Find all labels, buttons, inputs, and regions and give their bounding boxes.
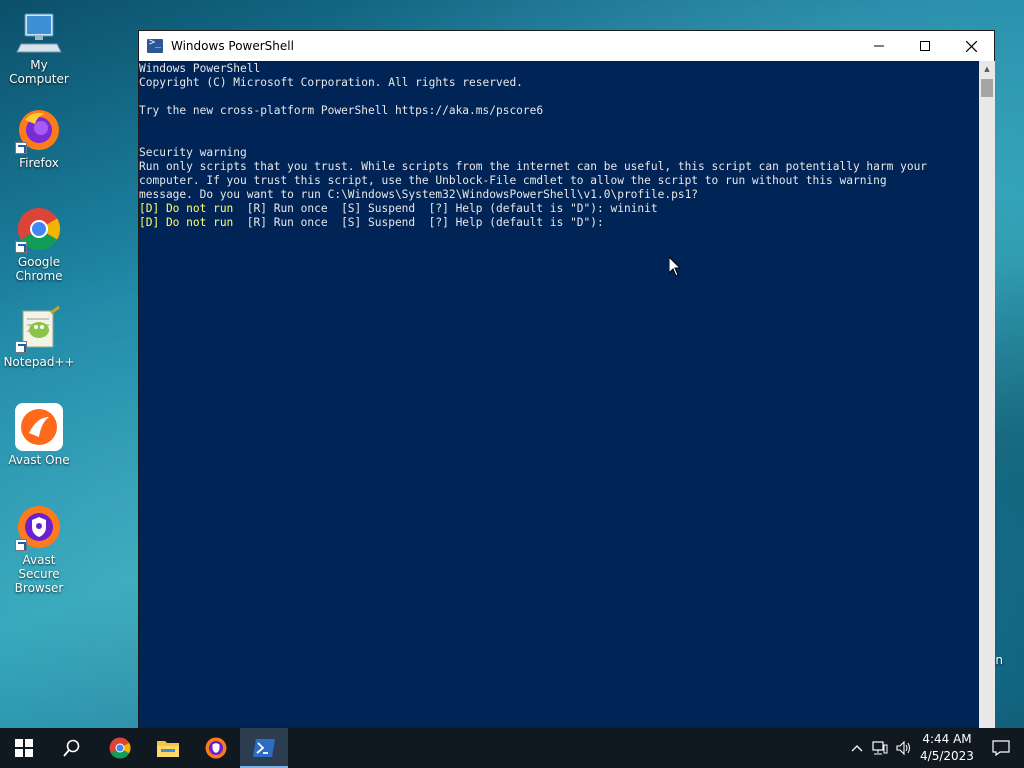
console-line: Try the new cross-platform PowerShell ht… bbox=[139, 104, 544, 117]
prompt-choice: [D] Do not run bbox=[139, 216, 234, 229]
scroll-thumb[interactable] bbox=[981, 79, 993, 97]
search-button[interactable] bbox=[48, 728, 96, 768]
taskbar: 4:44 AM 4/5/2023 bbox=[0, 728, 1024, 768]
vertical-scrollbar[interactable]: ▲ bbox=[979, 61, 995, 729]
avast-browser-icon bbox=[205, 737, 227, 759]
chrome-icon bbox=[15, 205, 63, 253]
maximize-button[interactable] bbox=[902, 31, 948, 61]
console-line: computer. If you trust this script, use … bbox=[139, 174, 887, 187]
shortcut-arrow-icon bbox=[15, 539, 27, 551]
close-icon bbox=[965, 40, 977, 52]
search-icon bbox=[63, 739, 80, 757]
desktop-icon-label: Notepad++ bbox=[3, 355, 75, 369]
firefox-icon bbox=[15, 106, 63, 154]
file-explorer-icon bbox=[157, 741, 179, 757]
console-blank bbox=[139, 90, 979, 104]
console-line: message. Do you want to run C:\Windows\S… bbox=[139, 188, 699, 201]
powershell-window[interactable]: Windows PowerShell Windows PowerShellCop… bbox=[138, 30, 995, 729]
avast-one-icon bbox=[15, 403, 63, 451]
console-output[interactable]: Windows PowerShell Copyright (C) Microsof… bbox=[139, 61, 979, 729]
minimize-button[interactable] bbox=[856, 31, 902, 61]
desktop-icon-label: Avast One bbox=[8, 453, 70, 467]
prompt-choice: [D] Do not run bbox=[139, 202, 234, 215]
network-button[interactable] bbox=[868, 741, 892, 755]
show-hidden-icons-button[interactable] bbox=[846, 744, 868, 752]
taskbar-avast-browser[interactable] bbox=[192, 728, 240, 768]
scroll-up-arrow-icon[interactable]: ▲ bbox=[979, 61, 995, 77]
volume-button[interactable] bbox=[892, 741, 916, 755]
desktop-icon-avast-one[interactable]: Avast One bbox=[2, 403, 76, 467]
clock-date: 4/5/2023 bbox=[920, 749, 974, 763]
clock-time: 4:44 AM bbox=[922, 732, 972, 746]
desktop-icon-notepadpp[interactable]: Notepad++ bbox=[2, 305, 76, 369]
computer-icon bbox=[15, 8, 63, 56]
desktop-icon-label: Google Chrome bbox=[15, 255, 63, 283]
clock[interactable]: 4:44 AM 4/5/2023 bbox=[916, 731, 978, 765]
taskbar-powershell[interactable] bbox=[240, 728, 288, 768]
desktop-icon-label: My Computer bbox=[9, 58, 69, 86]
console-prompt-line: [D] Do not run [R] Run once [S] Suspend … bbox=[139, 202, 979, 216]
shortcut-arrow-icon bbox=[15, 241, 27, 253]
system-tray: 4:44 AM 4/5/2023 bbox=[846, 728, 1024, 768]
network-icon bbox=[872, 741, 888, 755]
notepadpp-icon bbox=[15, 305, 63, 353]
console-line: Security warning bbox=[139, 146, 247, 159]
shortcut-arrow-icon bbox=[15, 142, 27, 154]
desktop-icon-avast-secure-browser[interactable]: Avast Secure Browser bbox=[2, 503, 76, 595]
console-line: Copyright (C) Microsoft Corporation. All… bbox=[139, 76, 523, 89]
desktop-icon-firefox[interactable]: Firefox bbox=[2, 106, 76, 170]
notification-icon bbox=[992, 740, 1010, 756]
close-button[interactable] bbox=[948, 31, 994, 61]
powershell-icon bbox=[147, 37, 163, 53]
maximize-icon bbox=[920, 41, 930, 51]
chevron-up-icon bbox=[851, 745, 863, 752]
taskbar-chrome[interactable] bbox=[96, 728, 144, 768]
console-prompt-line[interactable]: [D] Do not run [R] Run once [S] Suspend … bbox=[139, 216, 979, 230]
desktop-icon-label: Avast Secure Browser bbox=[14, 553, 64, 595]
console-blank bbox=[139, 118, 979, 132]
start-icon bbox=[15, 739, 33, 757]
action-center-button[interactable] bbox=[978, 740, 1024, 756]
desktop-icon-label: Firefox bbox=[19, 156, 59, 170]
prompt-options: [R] Run once [S] Suspend [?] Help (defau… bbox=[233, 216, 604, 229]
title-bar[interactable]: Windows PowerShell bbox=[139, 31, 994, 61]
start-button[interactable] bbox=[0, 728, 48, 768]
shortcut-arrow-icon bbox=[15, 341, 27, 353]
avast-browser-icon bbox=[15, 503, 63, 551]
powershell-icon bbox=[253, 739, 275, 757]
chrome-icon bbox=[109, 737, 131, 759]
desktop-icon-my-computer[interactable]: My Computer bbox=[2, 8, 76, 86]
speaker-icon bbox=[896, 741, 910, 755]
minimize-icon bbox=[874, 45, 884, 47]
console-line: Windows PowerShell bbox=[139, 62, 261, 75]
taskbar-file-explorer[interactable] bbox=[144, 728, 192, 768]
console-line: Run only scripts that you trust. While s… bbox=[139, 160, 928, 173]
window-title: Windows PowerShell bbox=[171, 39, 294, 53]
console-blank bbox=[139, 132, 979, 146]
prompt-options: [R] Run once [S] Suspend [?] Help (defau… bbox=[233, 202, 658, 215]
desktop-icon-google-chrome[interactable]: Google Chrome bbox=[2, 205, 76, 283]
